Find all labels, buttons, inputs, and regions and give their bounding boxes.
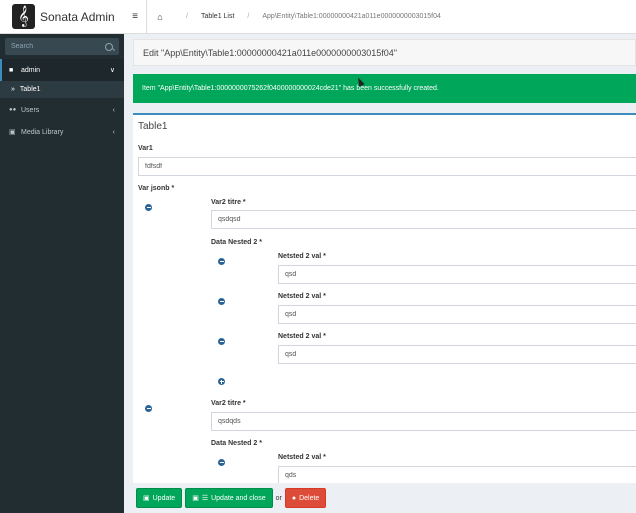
var-jsonb-label: Var jsonb * xyxy=(138,185,175,192)
sidebar-item-admin[interactable]: ■ admin ∨ xyxy=(0,59,124,81)
update-label: Update xyxy=(152,494,176,502)
nested-val-label: Netsted 2 val * xyxy=(278,333,326,340)
search-icon[interactable] xyxy=(105,42,113,51)
sidebar-item-media-library[interactable]: ▣ Media Library ‹ xyxy=(0,121,124,143)
page-title: Edit "App\Entity\Table1:00000000421a011e… xyxy=(133,39,636,66)
home-icon[interactable]: ⌂ xyxy=(147,12,173,22)
breadcrumb-current: App\Entity\Table1:00000000421a011e000000… xyxy=(262,13,441,20)
sidebar-item-label: Users xyxy=(21,106,40,114)
data-nested-label: Data Nested 2 * xyxy=(211,239,262,246)
var1-label: Var1 xyxy=(138,145,153,152)
remove-nested-icon[interactable] xyxy=(218,258,225,265)
alert-text: Item "App\Entity\Table1:0000000075262f04… xyxy=(142,85,439,92)
update-and-close-button[interactable]: ▣ ☰ Update and close xyxy=(185,488,273,508)
delete-button[interactable]: ● Delete xyxy=(284,488,327,508)
remove-nested-icon[interactable] xyxy=(218,298,225,305)
double-chevron-icon: » xyxy=(11,86,15,93)
delete-label: Delete xyxy=(299,494,320,502)
image-icon: ▣ xyxy=(9,129,16,136)
sidebar-item-label: Media Library xyxy=(21,128,64,136)
sidebar-search xyxy=(5,38,119,55)
menu-toggle-icon[interactable]: ≡ xyxy=(124,11,146,22)
chevron-left-icon: ‹ xyxy=(112,128,115,136)
nested-val-label: Netsted 2 val * xyxy=(278,454,326,461)
sidebar: ■ admin ∨ » Table1 ●● Users ‹ ▣ Media Li… xyxy=(0,34,124,513)
brand-name[interactable]: Sonata Admin xyxy=(40,10,115,24)
remove-entry-icon[interactable] xyxy=(145,405,152,412)
logo-bar[interactable]: 𝄞 Sonata Admin xyxy=(0,0,124,34)
update-close-label: Update and close xyxy=(211,494,266,502)
sidebar-item-users[interactable]: ●● Users ‹ xyxy=(0,99,124,121)
nested-val-label: Netsted 2 val * xyxy=(278,253,326,260)
users-icon: ●● xyxy=(9,107,17,113)
sidebar-item-label: admin xyxy=(21,66,41,74)
nested-val-label: Netsted 2 val * xyxy=(278,293,326,300)
success-alert: Item "App\Entity\Table1:0000000075262f04… xyxy=(133,74,636,103)
box-title: Table1 xyxy=(138,121,168,132)
page-title-text: Edit "App\Entity\Table1:00000000421a011e… xyxy=(143,47,397,58)
var2-titre-input[interactable] xyxy=(211,412,636,431)
update-button[interactable]: ▣ Update xyxy=(136,488,183,508)
minus-circle-icon: ● xyxy=(291,494,297,502)
sonata-logo-icon: 𝄞 xyxy=(12,4,35,29)
logo-glyph: 𝄞 xyxy=(18,6,29,27)
folder-icon: ■ xyxy=(9,66,14,74)
save-icon: ▣ xyxy=(143,495,150,502)
nested-val-input[interactable] xyxy=(278,466,636,483)
breadcrumb-separator: / xyxy=(186,13,188,20)
chevron-left-icon: ‹ xyxy=(112,106,115,114)
list-icon: ☰ xyxy=(201,495,209,502)
var2-titre-label: Var2 titre * xyxy=(211,199,246,206)
remove-nested-icon[interactable] xyxy=(218,459,225,466)
top-header: ≡ ⌂ / Table1 List / App\Entity\Table1:00… xyxy=(124,0,636,34)
var2-titre-label: Var2 titre * xyxy=(211,400,246,407)
nested-val-input[interactable] xyxy=(278,345,636,364)
form-box: Table1 Var1 Var jsonb * Var2 titre * Dat… xyxy=(133,113,636,483)
sidebar-item-label: Table1 xyxy=(19,86,41,93)
search-input[interactable] xyxy=(11,43,91,50)
breadcrumb-table1-list[interactable]: Table1 List xyxy=(201,13,234,20)
form-actions: ▣ Update ▣ ☰ Update and close or ● Delet… xyxy=(124,483,636,513)
sidebar-item-table1[interactable]: » Table1 xyxy=(0,81,124,98)
remove-nested-icon[interactable] xyxy=(218,338,225,345)
breadcrumb-separator: / xyxy=(247,13,250,20)
chevron-down-icon: ∨ xyxy=(109,67,115,74)
add-nested-icon[interactable] xyxy=(218,378,225,385)
nested-val-input[interactable] xyxy=(278,265,636,284)
data-nested-label: Data Nested 2 * xyxy=(211,440,262,447)
remove-entry-icon[interactable] xyxy=(145,204,152,211)
var1-input[interactable] xyxy=(138,157,636,176)
nested-val-input[interactable] xyxy=(278,305,636,324)
or-text: or xyxy=(275,494,282,502)
var2-titre-input[interactable] xyxy=(211,210,636,229)
save-icon: ▣ xyxy=(192,495,199,502)
main-content: Edit "App\Entity\Table1:00000000421a011e… xyxy=(124,34,636,513)
